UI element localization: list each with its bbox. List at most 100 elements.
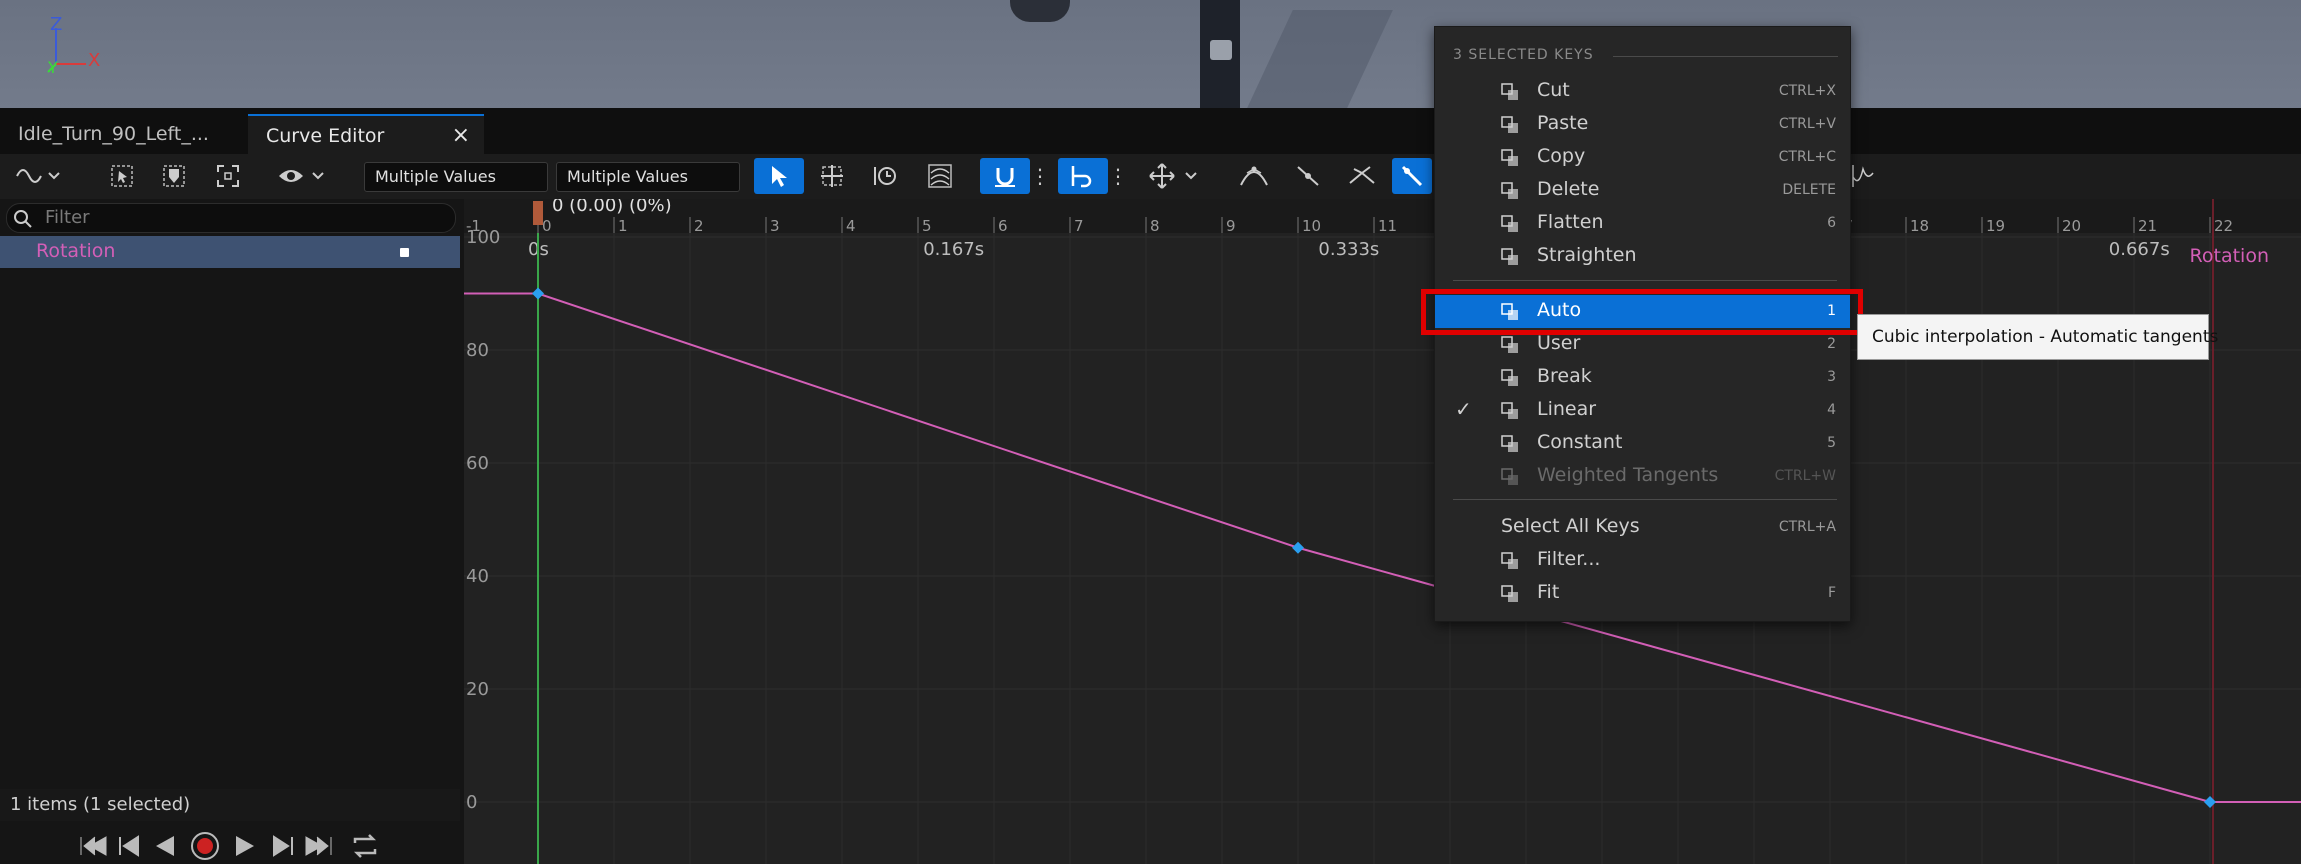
value-axis-label: 60 (466, 453, 489, 474)
menu-item-label: Break (1537, 365, 1592, 387)
menu-item-shortcut: CTRL+C (1778, 149, 1836, 165)
frame-readout: 0 (0.00) (0%) (552, 199, 672, 216)
menu-item-label: Select All Keys (1501, 515, 1640, 537)
delete-icon (1501, 182, 1518, 199)
loop-icon[interactable] (350, 833, 380, 859)
curve-graph-area[interactable]: -1012345678910111718192021220s0.167s0.33… (464, 199, 2301, 864)
close-icon[interactable]: × (452, 116, 470, 156)
menu-item-constant[interactable]: Constant 5 (1435, 427, 1850, 460)
menu-item-break[interactable]: Break 3 (1435, 361, 1850, 394)
curve-graph-svg[interactable]: -1012345678910111718192021220s0.167s0.33… (464, 199, 2301, 864)
menu-item-shortcut: CTRL+V (1778, 116, 1836, 132)
key-icon (163, 165, 185, 187)
tab-bar: Idle_Turn_90_Left_... Curve Editor × (0, 108, 2301, 154)
menu-item-label: Filter... (1537, 548, 1601, 570)
move-arrows-icon (1149, 163, 1197, 189)
select-mode-button[interactable] (754, 158, 804, 194)
filter-placeholder: Filter (45, 207, 90, 228)
key-tool-button[interactable] (156, 158, 192, 194)
tab-animation[interactable]: Idle_Turn_90_Left_... (0, 114, 244, 154)
menu-item-delete[interactable]: Delete DELETE (1435, 174, 1850, 207)
play-icon[interactable] (232, 833, 258, 859)
ruler-tick-label: 1 (618, 217, 628, 235)
menu-item-label: Cut (1537, 79, 1570, 101)
step-forward-icon[interactable] (270, 833, 296, 859)
snap-options-button[interactable]: ⋮ (1030, 158, 1050, 194)
curve-view-dropdown[interactable] (10, 158, 66, 194)
status-bar: 1 items (1 selected) (0, 789, 460, 821)
ruler-tick-label: 3 (770, 217, 780, 235)
ruler-tick-label: 2 (694, 217, 704, 235)
record-icon[interactable] (190, 831, 220, 861)
menu-item-label: Delete (1537, 178, 1600, 200)
key-value-field[interactable]: Multiple Values (556, 162, 740, 192)
step-back-icon[interactable] (116, 833, 142, 859)
menu-item-shortcut: 4 (1827, 402, 1836, 418)
curve-filter-icon (1852, 165, 1874, 187)
more-vertical-icon: ⋮ (1108, 164, 1128, 188)
value-axis-label: 20 (466, 679, 489, 700)
menu-item-cut[interactable]: Cut CTRL+X (1435, 75, 1850, 108)
ruler-tick-label: 10 (1302, 217, 1321, 235)
visibility-dropdown[interactable] (274, 158, 330, 194)
curve-tree-item-rotation[interactable]: Rotation (0, 236, 460, 268)
eye-icon (279, 170, 324, 182)
play-reverse-icon[interactable] (152, 833, 178, 859)
filter-search-box[interactable]: Filter (6, 203, 456, 233)
preview-viewport[interactable]: Z Y X (0, 0, 2301, 108)
menu-item-paste[interactable]: Paste CTRL+V (1435, 108, 1850, 141)
auto-tangent-icon (1240, 166, 1268, 186)
menu-item-label: Weighted Tangents (1537, 464, 1719, 486)
ruler-tick-label: 9 (1226, 217, 1236, 235)
select-tool-button[interactable] (104, 158, 140, 194)
menu-item-shortcut: CTRL+W (1774, 468, 1836, 484)
ruler-tick-label: 7 (1074, 217, 1084, 235)
retime-tool-button[interactable] (868, 158, 904, 194)
menu-item-fit[interactable]: Fit F (1435, 577, 1850, 610)
value-axis-label: 100 (466, 227, 500, 248)
skip-to-end-icon[interactable] (304, 833, 334, 859)
curve-item-label: Rotation (36, 240, 116, 262)
transform-tool-button[interactable] (814, 158, 850, 194)
paste-icon (1501, 116, 1518, 133)
skip-to-start-icon[interactable] (78, 833, 108, 859)
ruler-tick-label: 21 (2138, 217, 2157, 235)
menu-item-copy[interactable]: Copy CTRL+C (1435, 141, 1850, 174)
magnet-icon (995, 168, 1015, 187)
snap-time-options-button[interactable]: ⋮ (1108, 158, 1128, 194)
menu-item-filter[interactable]: Filter... (1435, 544, 1850, 577)
menu-item-select-all-keys[interactable]: Select All Keys CTRL+A (1435, 511, 1850, 544)
curve-wave-icon (16, 169, 60, 183)
user-tangent-icon (1297, 166, 1319, 186)
axis-snap-dropdown[interactable] (1144, 158, 1204, 194)
menu-item-label: Fit (1537, 581, 1560, 603)
auto-tangent-toolbar-button[interactable] (1236, 158, 1272, 194)
menu-item-linear[interactable]: ✓ Linear 4 (1435, 394, 1850, 427)
user-tangent-toolbar-button[interactable] (1290, 158, 1326, 194)
character-leg-detail (1210, 40, 1232, 60)
snap-value-button[interactable] (980, 158, 1030, 194)
retime-icon (874, 167, 896, 185)
linear-icon (1501, 402, 1518, 419)
break-tangent-icon (1501, 369, 1518, 386)
ruler-tick-label: 22 (2214, 217, 2233, 235)
fit-icon (1501, 585, 1518, 602)
value-axis-label: 40 (466, 566, 489, 587)
highlight-annotation (1421, 289, 1863, 335)
menu-header: 3 SELECTED KEYS (1453, 47, 1594, 63)
multi-scale-tool-button[interactable] (922, 158, 958, 194)
menu-item-shortcut: 6 (1827, 215, 1836, 231)
break-tangent-toolbar-button[interactable] (1344, 158, 1380, 194)
ruler-tick-label: 0 (542, 217, 552, 235)
frame-all-button[interactable] (210, 158, 246, 194)
transform-icon (821, 165, 843, 187)
multi-scale-icon (928, 164, 952, 188)
menu-item-flatten[interactable]: Flatten 6 (1435, 207, 1850, 240)
playhead-handle (533, 201, 543, 225)
tab-curve-editor[interactable]: Curve Editor × (248, 114, 484, 154)
menu-item-straighten[interactable]: Straighten (1435, 240, 1850, 273)
time-value-field[interactable]: Multiple Values (364, 162, 548, 192)
ruler-tick-label: 18 (1910, 217, 1929, 235)
linear-toolbar-button[interactable] (1392, 158, 1432, 194)
snap-time-button[interactable] (1058, 158, 1108, 194)
